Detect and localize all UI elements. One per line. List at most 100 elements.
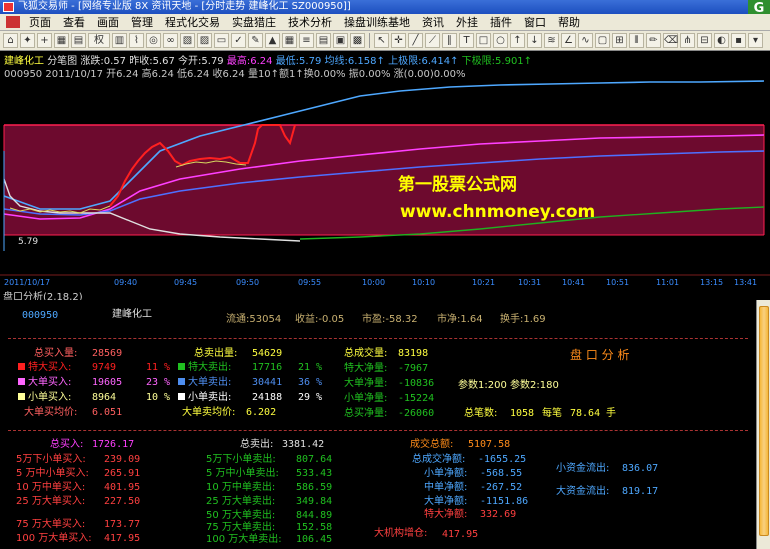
menu-item-training[interactable]: 操盘训练基地 <box>338 14 416 31</box>
x-tick-label: 2011/10/17 <box>4 278 50 287</box>
toolbar: ⌂ ✦ + ▦ ▤ 权 ▥ ⌇ ◎ ∞ ▧ ▨ ▭ ✓ ✎ ▲ ▦ ≡ ▤ ▣ … <box>0 31 770 51</box>
amount-net-label: 小单净额: <box>424 468 468 479</box>
magnet-icon[interactable]: ⋔ <box>680 33 695 48</box>
chart-icon[interactable]: ▤ <box>316 33 331 48</box>
y-tick-label: 5.79 <box>18 237 38 247</box>
scrollbar-thumb[interactable] <box>759 306 769 536</box>
alarm-icon[interactable]: ▲ <box>265 33 280 48</box>
menu-item-plugin[interactable]: 插件 <box>484 14 518 31</box>
order-analysis-panel: 000950 建峰化工 流通:53054 收益:-0.05 市盈:-58.32 … <box>0 300 756 549</box>
draw-line-icon[interactable]: ╱ <box>408 33 423 48</box>
sell-row-label: 特大卖出: <box>188 362 232 373</box>
per-trade-value: 78.64 <box>570 408 601 419</box>
menu-app-icon[interactable] <box>6 16 20 28</box>
menu-item-news[interactable]: 资讯 <box>416 14 450 31</box>
watermark-title: 第一股票公式网 <box>398 175 517 195</box>
menu-item-help[interactable]: 帮助 <box>552 14 586 31</box>
amount-buy-label: 75 万大单买入: <box>16 519 86 530</box>
menu-item-screen[interactable]: 画面 <box>91 14 125 31</box>
panel-scrollbar[interactable] <box>756 300 770 549</box>
menu-bar: 页面 查看 画面 管理 程式化交易 实盘猎庄 技术分析 操盘训练基地 资讯 外挂… <box>0 14 770 31</box>
menu-item-page[interactable]: 页面 <box>23 14 57 31</box>
eps: 收益:-0.05 <box>295 314 345 325</box>
stock-code: 000950 <box>22 310 59 321</box>
menu-item-view[interactable]: 查看 <box>57 14 91 31</box>
grid-small-icon[interactable]: ▦ <box>282 33 297 48</box>
total-sell-label: 总卖出量: <box>194 348 238 359</box>
menu-item-window[interactable]: 窗口 <box>518 14 552 31</box>
save-icon[interactable]: ▪ <box>731 33 746 48</box>
pen-icon[interactable]: ✎ <box>248 33 263 48</box>
text-tool-icon[interactable]: T <box>459 33 474 48</box>
crosshair-icon[interactable]: ✛ <box>391 33 406 48</box>
divider-top <box>8 338 748 339</box>
pencil-icon[interactable]: ✏ <box>646 33 661 48</box>
ruler-icon[interactable]: ⊟ <box>697 33 712 48</box>
pb-ratio: 市净:1.64 <box>437 314 483 325</box>
table-icon[interactable]: ▤ <box>71 33 86 48</box>
angle-icon[interactable]: ∠ <box>561 33 576 48</box>
menu-item-program-trade[interactable]: 程式化交易 <box>159 14 226 31</box>
amount-net-label: 中单净额: <box>424 482 468 493</box>
minute-icon[interactable]: ⌇ <box>129 33 144 48</box>
cycle-icon[interactable]: ◎ <box>146 33 161 48</box>
sell-row-value: 24188 <box>252 392 283 403</box>
cursor-icon[interactable]: ↖ <box>374 33 389 48</box>
ray-icon[interactable]: ⟋ <box>425 33 440 48</box>
x-tick-label: 09:40 <box>114 278 137 287</box>
big-sell-avg-value: 6.202 <box>246 407 277 418</box>
color-icon[interactable]: ◐ <box>714 33 729 48</box>
home-icon[interactable]: ⌂ <box>3 33 18 48</box>
wave-icon[interactable]: ∿ <box>578 33 593 48</box>
menu-item-addon[interactable]: 外挂 <box>450 14 484 31</box>
amount-net-value: -267.52 <box>480 482 523 493</box>
doc-icon[interactable]: ▭ <box>214 33 229 48</box>
buy-row-label: 特大买入: <box>28 362 72 373</box>
tools-icon[interactable]: ✦ <box>20 33 35 48</box>
params-text: 参数1:200 参数2:180 <box>458 380 559 391</box>
legend-swatch <box>178 393 185 400</box>
amount-buy-label: 25 万大单买入: <box>16 496 86 507</box>
bookmark-icon[interactable]: ✓ <box>231 33 246 48</box>
amount-sell-value: 533.43 <box>296 468 333 479</box>
cycle-line-icon[interactable]: ⦀ <box>629 33 644 48</box>
menu-item-manage[interactable]: 管理 <box>125 14 159 31</box>
compare-icon[interactable]: ▧ <box>180 33 195 48</box>
rect-icon[interactable]: □ <box>476 33 491 48</box>
indicator-icon[interactable]: ▩ <box>350 33 365 48</box>
sell-row: 大单卖出: <box>178 377 231 389</box>
glasses-icon[interactable]: ∞ <box>163 33 178 48</box>
arrow-up-icon[interactable]: ↑ <box>510 33 525 48</box>
x-tick-label: 10:31 <box>518 278 541 287</box>
per-trade-unit: 手 <box>606 408 616 419</box>
institution-value: 417.95 <box>442 529 479 540</box>
amount-buy-value: 239.09 <box>104 454 141 465</box>
layout-icon[interactable]: ▨ <box>197 33 212 48</box>
overlay-icon[interactable]: ▣ <box>333 33 348 48</box>
big-sell-avg-label: 大单卖均价: <box>182 407 236 418</box>
x-tick-label: 10:10 <box>412 278 435 287</box>
circle-icon[interactable]: ○ <box>493 33 508 48</box>
add-icon[interactable]: + <box>37 33 52 48</box>
arrow-down-icon[interactable]: ↓ <box>527 33 542 48</box>
grid-icon[interactable]: ▦ <box>54 33 69 48</box>
gann-icon[interactable]: ⊞ <box>612 33 627 48</box>
amount-sell-value: 807.64 <box>296 454 333 465</box>
amount-sell-value: 106.45 <box>296 534 333 545</box>
box-icon[interactable]: ▢ <box>595 33 610 48</box>
fib-icon[interactable]: ≋ <box>544 33 559 48</box>
amount-buy-label: 100 万大单买入: <box>16 533 92 544</box>
dropdown-icon[interactable]: ▾ <box>748 33 763 48</box>
period-select[interactable]: 权 <box>88 33 110 48</box>
menu-item-hunt[interactable]: 实盘猎庄 <box>226 14 282 31</box>
legend-swatch <box>18 393 25 400</box>
amount-net-label: 大单净额: <box>424 496 468 507</box>
channel-icon[interactable]: ∥ <box>442 33 457 48</box>
eraser-icon[interactable]: ⌫ <box>663 33 678 48</box>
corner-logo-icon[interactable]: G <box>748 0 770 14</box>
kline-icon[interactable]: ▥ <box>112 33 127 48</box>
amount-net-value: -568.55 <box>480 468 523 479</box>
lines-icon[interactable]: ≡ <box>299 33 314 48</box>
intraday-chart[interactable]: 5.79 2011/10/17 09:40 09:45 09:50 09:55 … <box>0 51 770 288</box>
menu-item-tech-analysis[interactable]: 技术分析 <box>282 14 338 31</box>
